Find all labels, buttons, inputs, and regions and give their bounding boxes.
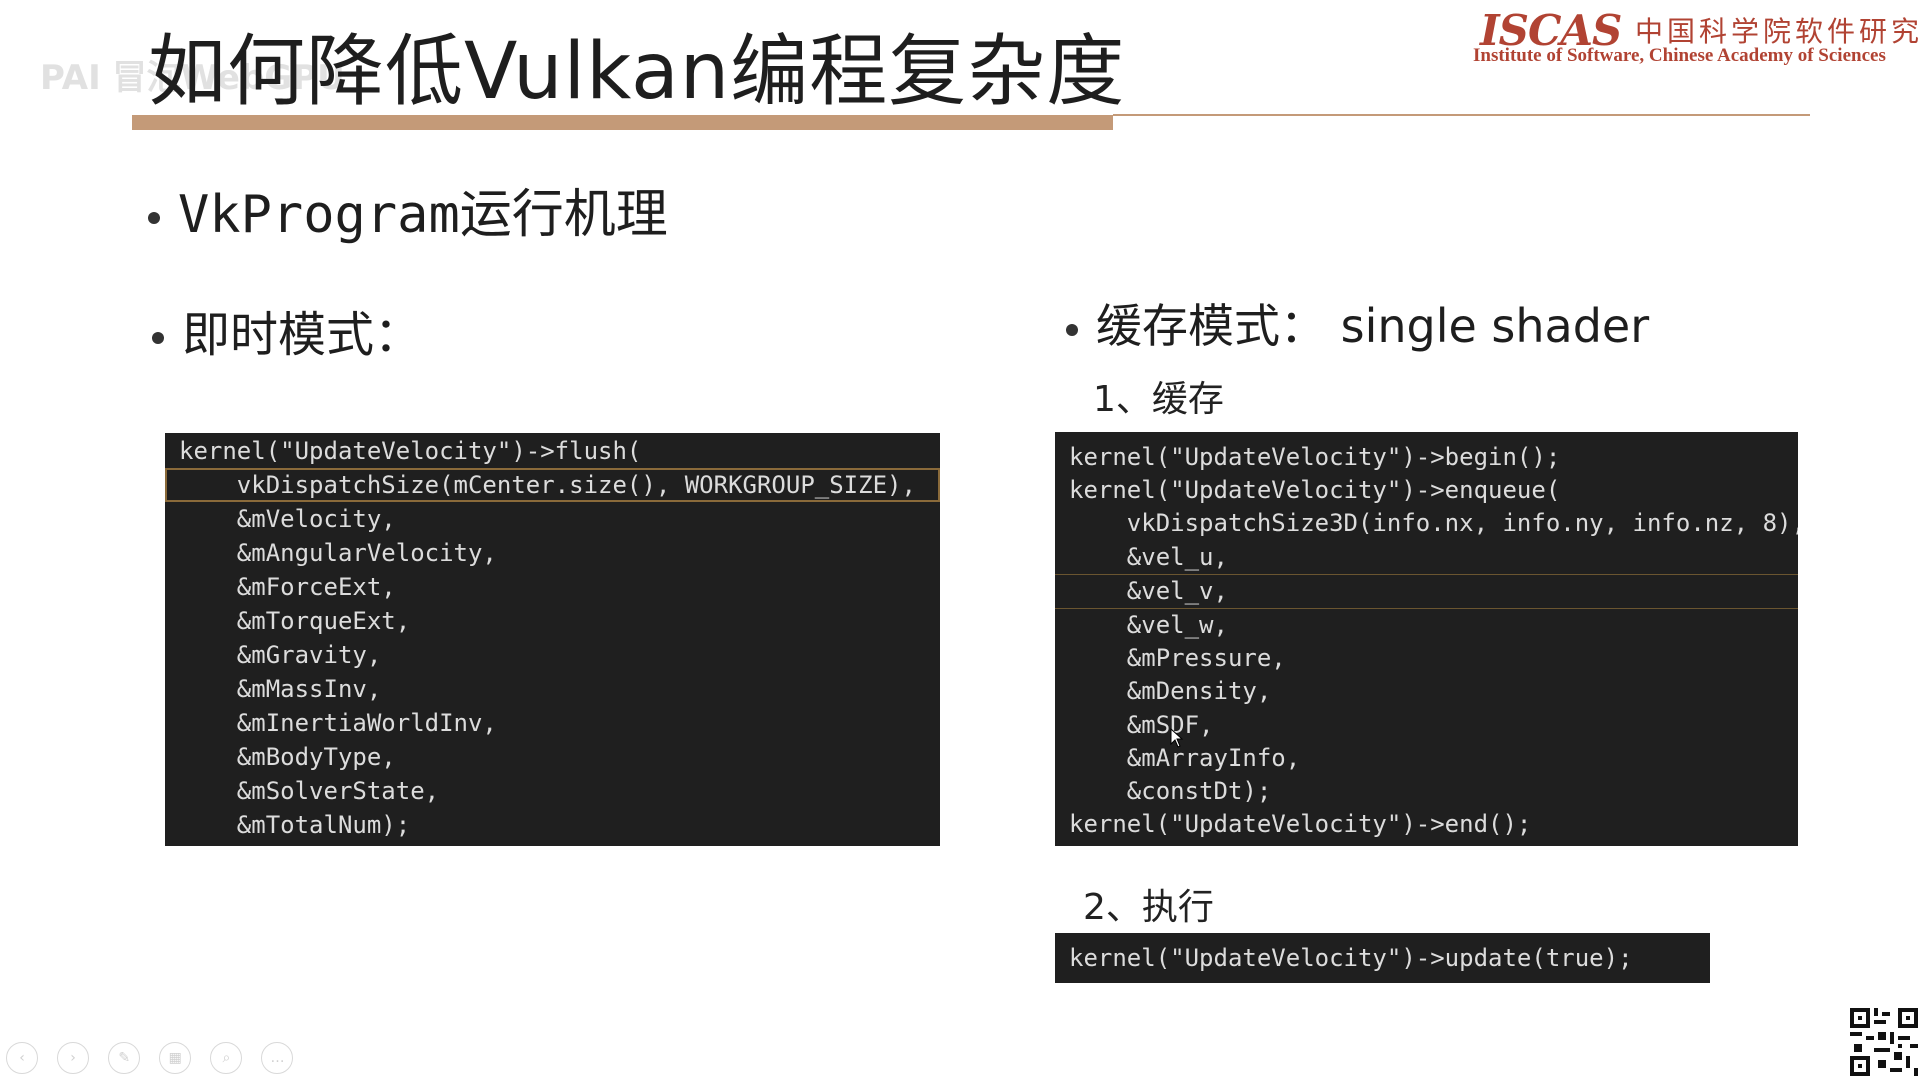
bullet-main: VkProgram运行机理 bbox=[148, 172, 668, 247]
code-line: &constDt); bbox=[1069, 776, 1272, 805]
bullet-dot bbox=[148, 212, 160, 224]
code-line: &mVelocity, bbox=[179, 505, 396, 533]
code-line: vkDispatchSize3D(info.nx, info.ny, info.… bbox=[1069, 509, 1798, 538]
bullet-dot bbox=[1066, 323, 1078, 336]
code-line: &mDensity, bbox=[1069, 677, 1272, 706]
bullet-cached-text: 缓存模式： single shader bbox=[1096, 299, 1650, 353]
code-line: &mBodyType, bbox=[179, 743, 396, 771]
bullet-immediate-text: 即时模式： bbox=[182, 307, 423, 363]
slide-title: 如何降低Vulkan编程复杂度 bbox=[148, 27, 1126, 117]
code-line: kernel("UpdateVelocity")->enqueue( bbox=[1069, 476, 1561, 505]
iscas-logo: ISCAS 中国科学院软件研究所 Institute of Software, … bbox=[1470, 6, 1920, 76]
prev-icon[interactable]: ‹ bbox=[6, 1042, 38, 1074]
code-line: kernel("UpdateVelocity")->flush( bbox=[179, 437, 642, 465]
code-line: kernel("UpdateVelocity")->end(); bbox=[1069, 810, 1532, 839]
mouse-cursor-icon bbox=[1170, 728, 1184, 748]
next-icon[interactable]: › bbox=[57, 1042, 90, 1074]
code-line: &mTotalNum); bbox=[179, 811, 411, 839]
logo-name-cn: 中国科学院软件研究所 bbox=[1635, 15, 1920, 48]
code-block-immediate: kernel("UpdateVelocity")->flush( vkDispa… bbox=[165, 433, 940, 846]
code-line: &mTorqueExt, bbox=[179, 607, 411, 635]
code-line: &mAngularVelocity, bbox=[179, 539, 497, 567]
slides-icon[interactable]: ▦ bbox=[159, 1042, 192, 1074]
step-execute-label: 2、执行 bbox=[1083, 887, 1214, 928]
code-line: &vel_u, bbox=[1069, 542, 1228, 571]
code-line: &mMassInv, bbox=[179, 675, 382, 703]
code-line: kernel("UpdateVelocity")->begin(); bbox=[1069, 443, 1561, 471]
bullet-dot bbox=[152, 332, 164, 344]
code-line: &mSolverState, bbox=[179, 777, 440, 805]
title-underline-bar bbox=[132, 115, 1113, 130]
step-cache-label: 1、缓存 bbox=[1093, 379, 1224, 420]
code-block-execute: kernel("UpdateVelocity")->update(true); bbox=[1055, 933, 1710, 983]
code-line-highlighted: vkDispatchSize(mCenter.size(), WORKGROUP… bbox=[165, 468, 940, 502]
slideshow-toolbar: ‹ › ✎ ▦ ⌕ … bbox=[6, 1042, 307, 1078]
qr-code-icon bbox=[1850, 1008, 1918, 1076]
code-line: &mPressure, bbox=[1069, 644, 1286, 673]
code-line: &mGravity, bbox=[179, 641, 382, 669]
zoom-icon[interactable]: ⌕ bbox=[210, 1042, 243, 1074]
code-block-cached: kernel("UpdateVelocity")->begin(); kerne… bbox=[1055, 432, 1798, 846]
code-line: &mArrayInfo, bbox=[1069, 743, 1301, 772]
code-line: &mInertiaWorldInv, bbox=[179, 709, 497, 737]
logo-name-en: Institute of Software, Chinese Academy o… bbox=[1473, 45, 1886, 66]
more-icon[interactable]: … bbox=[261, 1042, 294, 1074]
bullet-cached: 缓存模式： single shader bbox=[1066, 290, 1649, 356]
pen-icon[interactable]: ✎ bbox=[108, 1042, 141, 1074]
bullet-main-text: VkProgram运行机理 bbox=[178, 185, 668, 245]
code-line: &vel_w, bbox=[1069, 610, 1228, 639]
bullet-immediate: 即时模式： bbox=[152, 295, 422, 365]
code-line: &mForceExt, bbox=[179, 573, 396, 601]
title-underline-line bbox=[1113, 114, 1810, 116]
code-line: &mSDF, bbox=[1069, 710, 1214, 739]
code-line: kernel("UpdateVelocity")->update(true); bbox=[1069, 944, 1633, 972]
code-line-highlighted: &vel_v, bbox=[1055, 573, 1798, 609]
